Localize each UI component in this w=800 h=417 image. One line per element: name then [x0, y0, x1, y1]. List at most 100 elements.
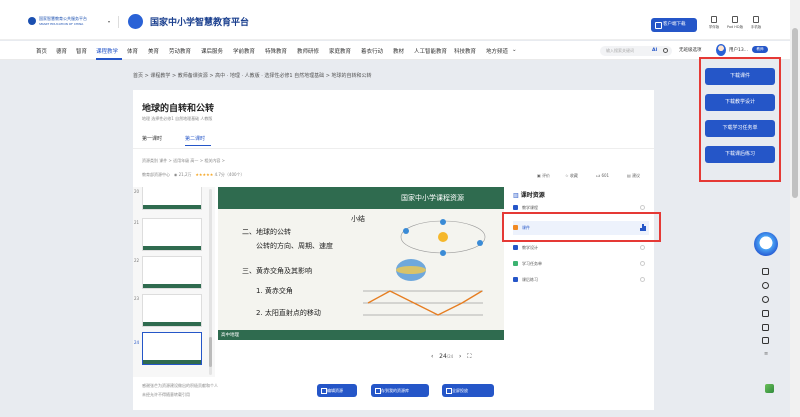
ai-search-button[interactable]: AI	[652, 48, 657, 53]
phone-label: 手机版	[750, 25, 762, 29]
rating-stars[interactable]: ★★★★★	[195, 172, 213, 177]
nav-item-home[interactable]: 首页	[36, 47, 47, 55]
download-design-button[interactable]: 下载教学设计	[705, 94, 775, 111]
nav-item-labor[interactable]: 劳动教育	[169, 47, 191, 55]
help-icon[interactable]	[762, 282, 769, 289]
comment-button[interactable]: ▣ 评价	[537, 173, 550, 179]
favorite-button[interactable]: ☆ 收藏	[565, 173, 578, 179]
class-selector[interactable]: 无班级选项	[679, 47, 702, 53]
nav-item-family[interactable]: 家庭教育	[329, 47, 351, 55]
view-count: 21,2万	[178, 172, 192, 177]
publisher-label: 教育部资源中心	[142, 172, 170, 177]
platform-title[interactable]: 国家中小学智慧教育平台	[150, 15, 249, 28]
chevron-right-icon[interactable]: ›	[459, 353, 461, 360]
pad-label: Pad HD版	[726, 25, 744, 29]
ai-assistant-avatar[interactable]	[754, 232, 778, 256]
download-task-sheet-button[interactable]: 下载学习任务单	[705, 120, 775, 137]
save-to-library-button[interactable]: 存到我的资源库	[371, 384, 429, 397]
nav-item-local-channel[interactable]: 地方频道	[486, 47, 508, 55]
breadcrumb[interactable]: 首页 > 课程教学 > 教师备课资源 > 高中 · 地理 · 人教版 · 选择性…	[133, 72, 372, 79]
nav-item-arts[interactable]: 美育	[148, 47, 159, 55]
thumbnail-20[interactable]	[142, 187, 202, 210]
role-badge: 教师	[752, 46, 768, 53]
thumb-number: 22	[134, 258, 140, 263]
tablet-icon	[711, 16, 717, 23]
search-icon[interactable]	[663, 48, 668, 53]
panel-item-task-sheet[interactable]: 学习任务单	[513, 257, 649, 271]
download-client-button[interactable]: 客户端下载	[651, 18, 697, 32]
slide-footer-bar	[218, 330, 504, 340]
comment-label: 评价	[542, 173, 551, 178]
page-scrollbar-thumb[interactable]	[792, 28, 798, 198]
panel-item-label: 教学设计	[522, 245, 538, 250]
globe-band	[396, 266, 426, 274]
tablet-app-link[interactable]: 学伴版	[704, 16, 724, 30]
divider	[118, 16, 119, 28]
like-button[interactable]: 👍︎ 601	[596, 173, 609, 179]
slide-thumbnails[interactable]: 20 21 22 23 24	[133, 187, 215, 377]
thumbnail-24[interactable]	[142, 332, 202, 365]
nav-item-courses[interactable]: 课程教学	[96, 47, 118, 55]
thumbnail-scrollbar-thumb[interactable]	[209, 337, 212, 367]
nav-item-sports[interactable]: 体育	[127, 47, 138, 55]
tab-lesson-2[interactable]: 第二课时	[185, 135, 205, 142]
status-circle-icon	[640, 261, 645, 266]
nav-item-moral[interactable]: 德育	[56, 47, 67, 55]
pad-app-link[interactable]: Pad HD版	[725, 16, 745, 30]
nav-item-ai-education[interactable]: 人工智能教育	[414, 47, 447, 55]
panel-item-design[interactable]: 教学设计	[513, 241, 649, 255]
download-exercise-button[interactable]: 下载课后练习	[705, 146, 775, 163]
thumb-bar	[143, 322, 201, 326]
gov-logo-subtitle: SMART EDUCATION OF CHINA	[39, 22, 84, 26]
chevron-down-icon[interactable]: ▾	[108, 19, 110, 24]
document-icon[interactable]	[762, 310, 769, 317]
chevron-down-icon[interactable]: ⌄	[512, 47, 517, 53]
nav-item-teacher-training[interactable]: 教师研修	[297, 47, 319, 55]
thumbnail-23[interactable]	[142, 294, 202, 327]
resource-info[interactable]: 资源类别 课件 > 适用年级 高一 > 相关内容 >	[142, 158, 225, 164]
earth-circle	[477, 240, 483, 246]
nav-item-science[interactable]: 科技教育	[454, 47, 476, 55]
tab-lesson-1[interactable]: 第一课时	[142, 135, 162, 142]
nav-item-preschool[interactable]: 学前教育	[233, 47, 255, 55]
thumb-bar	[143, 360, 201, 364]
nav-item-after-school[interactable]: 课后服务	[201, 47, 223, 55]
thumbnail-22[interactable]	[142, 256, 202, 289]
panel-item-label: 教学课程	[522, 205, 538, 210]
download-slides-button[interactable]: 下载课件	[705, 68, 775, 85]
chevron-circle-icon[interactable]	[762, 296, 769, 303]
fullscreen-project-button[interactable]: 全屏投放	[442, 384, 494, 397]
thumbnail-21[interactable]	[142, 218, 202, 251]
search-input[interactable]: 输入搜索关键词 AI	[600, 46, 672, 56]
more-icon[interactable]: ≡	[764, 351, 768, 357]
nav-item-action[interactable]: 着衣行动	[361, 47, 383, 55]
panel-title-text: 课时资源	[520, 192, 545, 199]
gov-emblem-icon[interactable]	[28, 17, 36, 25]
feedback-button[interactable]: ▤ 建议	[627, 173, 640, 179]
tablet-label: 学伴版	[708, 25, 720, 29]
task-icon	[513, 261, 518, 266]
phone-app-link[interactable]: 手机版	[746, 16, 766, 30]
slide-footer-label: 高中地理	[221, 333, 239, 338]
slide-viewer[interactable]: 国家中小学课程资源 小结 二、地球的公转 公转的方向、周期、速度 三、黄赤交角及…	[218, 187, 504, 340]
message-icon[interactable]	[762, 337, 769, 344]
favorite-label: 收藏	[569, 173, 578, 178]
user-name[interactable]: 用户13...	[729, 47, 748, 53]
nav-item-textbooks[interactable]: 教材	[393, 47, 404, 55]
nav-item-special[interactable]: 特殊教育	[265, 47, 287, 55]
chevron-left-icon[interactable]: ‹	[431, 353, 433, 360]
edit-resource-button[interactable]: 编辑资源	[317, 384, 357, 397]
main-nav: 首页 德育 智育 课程教学 体育 美育 劳动教育 课后服务 学前教育 特殊教育 …	[0, 41, 790, 60]
page-current[interactable]: 24	[439, 353, 447, 360]
nav-item-intellectual[interactable]: 智育	[76, 47, 87, 55]
gov-logo-text[interactable]: 国家智慧教育公共服务平台	[39, 16, 87, 21]
copy-icon[interactable]	[762, 324, 769, 331]
earth-circle	[440, 219, 446, 225]
home-icon[interactable]	[762, 268, 769, 275]
platform-logo-icon[interactable]	[128, 14, 143, 29]
app-corner-icon[interactable]	[765, 384, 774, 393]
avatar[interactable]	[716, 44, 726, 56]
panel-item-exercise[interactable]: 课后练习	[513, 273, 649, 287]
thumb-number: 23	[134, 296, 140, 301]
fullscreen-icon[interactable]: ⛶	[467, 353, 471, 360]
